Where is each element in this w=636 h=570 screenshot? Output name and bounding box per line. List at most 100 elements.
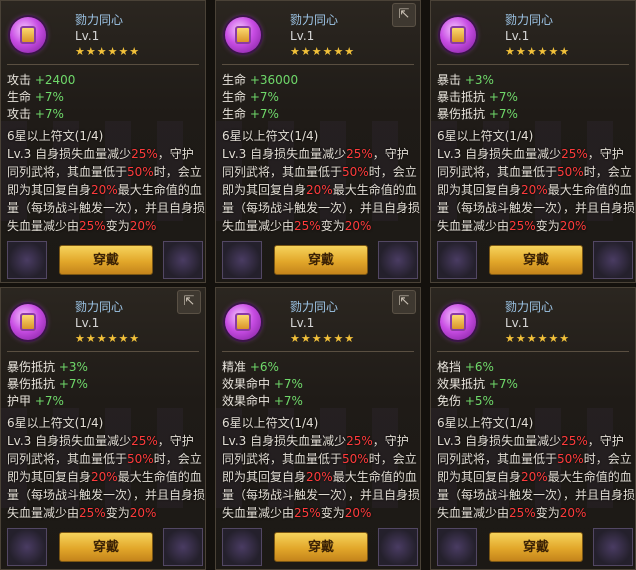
desc-text: Lv.3 自身损失血量减少 bbox=[7, 434, 132, 448]
desc-highlight: 25% bbox=[561, 434, 588, 448]
stat-label: 生命 bbox=[222, 73, 247, 87]
stat-label: 格挡 bbox=[437, 360, 462, 374]
rune-slot bbox=[7, 241, 47, 279]
stat-row: 护甲 +7% bbox=[7, 392, 64, 409]
desc-highlight: 50% bbox=[127, 452, 154, 466]
stat-label: 生命 bbox=[222, 107, 247, 121]
rune-gem-icon bbox=[440, 304, 476, 340]
stat-value: +7% bbox=[488, 377, 518, 391]
rune-level: Lv.1 bbox=[75, 316, 100, 330]
desc-text: Lv.3 自身损失血量减少 bbox=[437, 147, 562, 161]
set-bonus-title: 6星以上符文(1/4) bbox=[222, 416, 319, 430]
rune-gem-icon bbox=[225, 304, 261, 340]
stat-row: 攻击 +7% bbox=[7, 105, 64, 122]
rune-title: 勠力同心 bbox=[75, 300, 124, 314]
desc-highlight: 50% bbox=[557, 452, 584, 466]
desc-highlight: 25% bbox=[79, 506, 106, 520]
set-bonus-title: 6星以上符文(1/4) bbox=[222, 129, 319, 143]
stat-value: +7% bbox=[58, 377, 88, 391]
stat-value: +2400 bbox=[34, 73, 76, 87]
desc-text: 变为 bbox=[320, 506, 345, 520]
rune-card: 勠力同心 Lv.1 ★★★★★★ 攻击 +2400 生命 +7% 攻击 +7% … bbox=[0, 0, 206, 283]
stat-value: +7% bbox=[488, 90, 518, 104]
stat-label: 暴击 bbox=[437, 73, 462, 87]
stat-row: 生命 +7% bbox=[222, 88, 279, 105]
set-bonus-description: 6星以上符文(1/4) Lv.3 自身损失血量减少25%，守护同列武将，其血量低… bbox=[437, 127, 635, 235]
rune-slot bbox=[437, 241, 477, 279]
stat-row: 生命 +36000 bbox=[222, 71, 298, 88]
set-bonus-title: 6星以上符文(1/4) bbox=[437, 129, 534, 143]
rune-slot bbox=[437, 528, 477, 566]
stat-value: +7% bbox=[34, 394, 64, 408]
stat-label: 攻击 bbox=[7, 73, 32, 87]
share-icon[interactable]: ⇱ bbox=[392, 290, 416, 314]
rune-slot bbox=[378, 241, 418, 279]
rune-card: 勠力同心 Lv.1 ★★★★★★ ⇱ 生命 +36000 生命 +7% 生命 +… bbox=[215, 0, 421, 283]
set-bonus-title: 6星以上符文(1/4) bbox=[7, 129, 104, 143]
desc-highlight: 25% bbox=[346, 434, 373, 448]
rune-stars: ★★★★★★ bbox=[505, 45, 571, 58]
share-icon[interactable]: ⇱ bbox=[177, 290, 201, 314]
stat-value: +7% bbox=[488, 107, 518, 121]
divider bbox=[437, 351, 629, 352]
equip-button[interactable]: 穿戴 bbox=[274, 245, 368, 275]
desc-highlight: 20% bbox=[521, 183, 548, 197]
rune-gem-icon bbox=[440, 17, 476, 53]
stat-label: 效果抵抗 bbox=[437, 377, 486, 391]
desc-highlight: 20% bbox=[344, 506, 372, 520]
desc-highlight: 25% bbox=[561, 147, 588, 161]
share-icon[interactable]: ⇱ bbox=[392, 3, 416, 27]
stat-label: 效果命中 bbox=[222, 394, 271, 408]
rune-stars: ★★★★★★ bbox=[75, 45, 141, 58]
set-bonus-description: 6星以上符文(1/4) Lv.3 自身损失血量减少25%，守护同列武将，其血量低… bbox=[7, 414, 205, 522]
stat-value: +7% bbox=[34, 90, 64, 104]
equip-button[interactable]: 穿戴 bbox=[59, 245, 153, 275]
desc-highlight: 20% bbox=[129, 506, 157, 520]
rune-stars: ★★★★★★ bbox=[75, 332, 141, 345]
stat-label: 攻击 bbox=[7, 107, 32, 121]
desc-highlight: 25% bbox=[346, 147, 373, 161]
desc-text: 变为 bbox=[105, 506, 130, 520]
rune-slot bbox=[593, 241, 633, 279]
divider bbox=[222, 64, 414, 65]
equip-button[interactable]: 穿戴 bbox=[274, 532, 368, 562]
stat-row: 效果命中 +7% bbox=[222, 392, 303, 409]
stat-row: 暴伤抵抗 +7% bbox=[437, 105, 518, 122]
rune-card: 勠力同心 Lv.1 ★★★★★★ ⇱ 暴伤抵抗 +3% 暴伤抵抗 +7% 护甲 … bbox=[0, 287, 206, 570]
rune-gem-icon bbox=[10, 304, 46, 340]
rune-title: 勠力同心 bbox=[505, 300, 554, 314]
divider bbox=[7, 351, 199, 352]
desc-highlight: 20% bbox=[521, 470, 548, 484]
stat-row: 生命 +7% bbox=[222, 105, 279, 122]
desc-text: 变为 bbox=[105, 219, 130, 233]
stat-row: 精准 +6% bbox=[222, 358, 279, 375]
stat-value: +3% bbox=[464, 73, 494, 87]
stat-value: +36000 bbox=[249, 73, 299, 87]
set-bonus-description: 6星以上符文(1/4) Lv.3 自身损失血量减少25%，守护同列武将，其血量低… bbox=[222, 414, 420, 522]
desc-text: 变为 bbox=[320, 219, 345, 233]
stat-value: +7% bbox=[249, 90, 279, 104]
stat-label: 免伤 bbox=[437, 394, 462, 408]
rune-level: Lv.1 bbox=[505, 316, 530, 330]
desc-highlight: 20% bbox=[306, 470, 333, 484]
rune-title: 勠力同心 bbox=[290, 300, 339, 314]
stat-label: 生命 bbox=[7, 90, 32, 104]
desc-highlight: 50% bbox=[342, 165, 369, 179]
desc-text: Lv.3 自身损失血量减少 bbox=[437, 434, 562, 448]
divider bbox=[222, 351, 414, 352]
stat-row: 暴伤抵抗 +7% bbox=[7, 375, 88, 392]
rune-slot bbox=[163, 241, 203, 279]
equip-button[interactable]: 穿戴 bbox=[59, 532, 153, 562]
desc-highlight: 20% bbox=[306, 183, 333, 197]
desc-highlight: 25% bbox=[79, 219, 106, 233]
rune-level: Lv.1 bbox=[290, 316, 315, 330]
set-bonus-title: 6星以上符文(1/4) bbox=[437, 416, 534, 430]
rune-slot bbox=[222, 241, 262, 279]
rune-card: 勠力同心 Lv.1 ★★★★★★ ⇱ 精准 +6% 效果命中 +7% 效果命中 … bbox=[215, 287, 421, 570]
stat-label: 暴伤抵抗 bbox=[7, 377, 56, 391]
divider bbox=[437, 64, 629, 65]
rune-title: 勠力同心 bbox=[290, 13, 339, 27]
equip-button[interactable]: 穿戴 bbox=[489, 532, 583, 562]
equip-button[interactable]: 穿戴 bbox=[489, 245, 583, 275]
stat-label: 生命 bbox=[222, 90, 247, 104]
